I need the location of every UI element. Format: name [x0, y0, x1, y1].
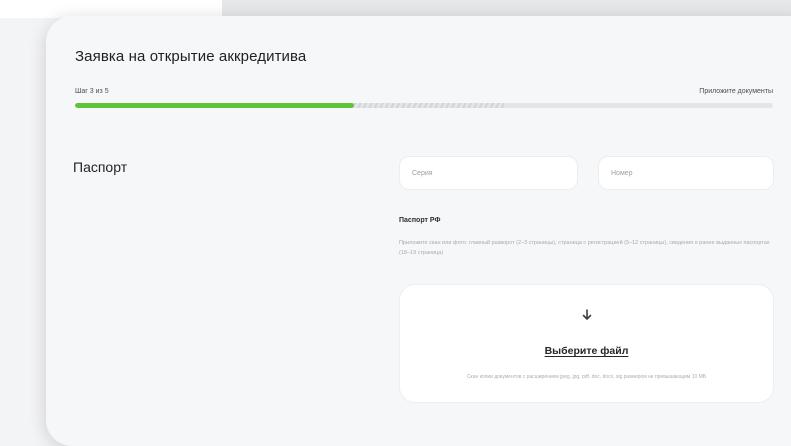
file-upload-dropzone[interactable]: Выберите файл Скан копии документов с ра… [399, 284, 774, 403]
passport-series-input[interactable] [399, 156, 578, 190]
progress-bar [75, 103, 773, 108]
arrow-down-icon[interactable] [579, 307, 595, 323]
step-counter: Шаг 3 из 5 [75, 88, 109, 95]
upload-requirements-note: Скан копии документов с расширением jpeg… [466, 374, 707, 380]
passport-number-input[interactable] [598, 156, 774, 190]
document-label: Паспорт РФ [399, 217, 441, 224]
document-hint: Приложите скан или фото: главный разворо… [399, 240, 770, 256]
progress-fill [75, 103, 355, 108]
progress-remaining [354, 103, 505, 108]
step-name: Приложите документы [699, 88, 773, 95]
choose-file-link[interactable]: Выберите файл [400, 345, 773, 357]
section-title-passport: Паспорт [73, 159, 128, 175]
page-title: Заявка на открытие аккредитива [75, 48, 307, 65]
application-form-card: Заявка на открытие аккредитива Шаг 3 из … [46, 16, 791, 446]
